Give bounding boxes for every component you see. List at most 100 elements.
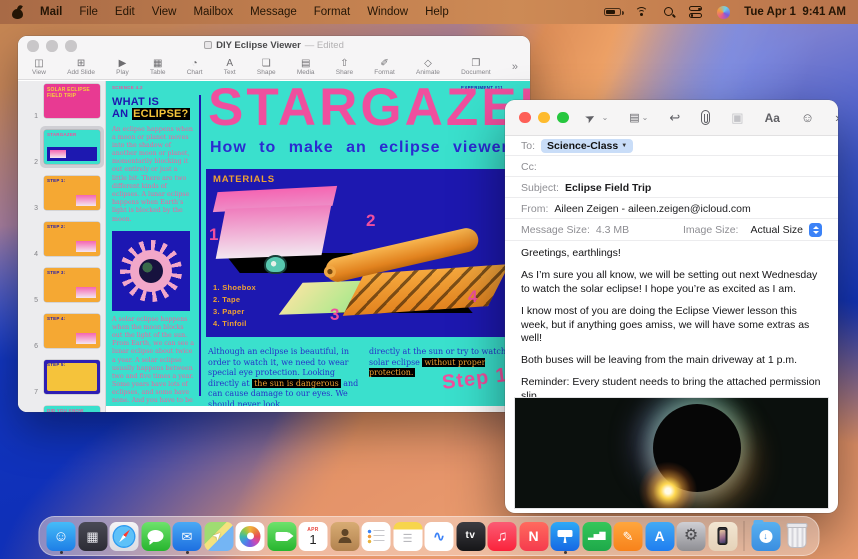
- dock-icon-contacts[interactable]: [330, 522, 359, 551]
- more-icon[interactable]: »: [835, 110, 838, 125]
- cc-field[interactable]: Cc:: [505, 157, 838, 177]
- slide-row-4[interactable]: 4 STEP 2:: [18, 220, 106, 260]
- close-button[interactable]: [519, 112, 531, 124]
- menu-help[interactable]: Help: [425, 6, 449, 18]
- from-field[interactable]: From: Aileen Zeigen - aileen.zeigen@iclo…: [505, 199, 838, 219]
- menu-mail[interactable]: Mail: [40, 6, 62, 18]
- siri-icon[interactable]: [717, 6, 730, 19]
- dock-icon-iphone-mirroring[interactable]: [708, 522, 737, 551]
- mail-compose-window[interactable]: ➤ ⌄ ▤⌄ ↩ ▣ Aa ☺ » To: Science-Class▼ Cc:…: [505, 100, 838, 513]
- dock-icon-messages[interactable]: [141, 522, 170, 551]
- text-button[interactable]: AText: [224, 58, 236, 76]
- dock-icon-numbers[interactable]: ▂▅▇: [582, 522, 611, 551]
- dock-icon-pages[interactable]: ✎: [614, 522, 643, 551]
- slide-row-8[interactable]: 8 DID YOU KNOW: [18, 404, 106, 412]
- slide-subtitle: How to make an eclipse viewer!: [210, 139, 515, 157]
- dock-icon-launchpad[interactable]: ▦: [78, 522, 107, 551]
- header-fields-icon[interactable]: ▤⌄: [629, 111, 648, 124]
- slide-row-2[interactable]: 2 STARGAZER: [18, 128, 106, 168]
- battery-icon[interactable]: [604, 8, 621, 17]
- minimize-button[interactable]: [46, 40, 58, 52]
- subject-field[interactable]: Subject: Eclipse Field Trip: [505, 178, 838, 198]
- dock-icon-app-store[interactable]: A: [645, 522, 674, 551]
- slide-row-6[interactable]: 6 STEP 4:: [18, 312, 106, 352]
- menu-window[interactable]: Window: [367, 6, 408, 18]
- emoji-icon[interactable]: ☺: [801, 110, 814, 125]
- animate-button[interactable]: ◇Animate: [416, 58, 440, 76]
- wifi-icon[interactable]: [635, 7, 649, 18]
- slide-thumbnail-8[interactable]: DID YOU KNOW: [44, 406, 100, 412]
- shape-button[interactable]: ❏Shape: [257, 58, 276, 76]
- to-field[interactable]: To: Science-Class▼: [505, 136, 838, 156]
- send-icon[interactable]: ➤: [582, 109, 597, 126]
- slide-thumbnail-2[interactable]: STARGAZER: [44, 130, 100, 164]
- media-button[interactable]: ▤Media: [297, 58, 315, 76]
- dock-icon-calendar[interactable]: APR1: [299, 522, 328, 551]
- menu-format[interactable]: Format: [314, 6, 350, 18]
- menu-view[interactable]: View: [152, 6, 177, 18]
- menu-mailbox[interactable]: Mailbox: [193, 6, 233, 18]
- send-options-chevron-icon[interactable]: ⌄: [602, 113, 609, 122]
- menu-file[interactable]: File: [79, 6, 98, 18]
- zoom-button[interactable]: [557, 112, 569, 124]
- play-button[interactable]: ▶Play: [116, 58, 129, 76]
- dock-icon-finder[interactable]: ☺: [47, 522, 76, 551]
- animate-icon: ◇: [424, 58, 432, 69]
- dock-icon-notes[interactable]: ☰: [393, 522, 422, 551]
- dock-icon-maps[interactable]: ➤: [204, 522, 233, 551]
- slide-thumbnail-3[interactable]: STEP 1:: [44, 176, 100, 210]
- dock-icon-downloads[interactable]: ↓: [751, 522, 780, 551]
- markup-icon[interactable]: ▣: [731, 110, 743, 126]
- dock-icon-freeform[interactable]: ∿: [425, 522, 454, 551]
- slide-thumbnail-4[interactable]: STEP 2:: [44, 222, 100, 256]
- slide-thumbnail-5[interactable]: STEP 3:: [44, 268, 100, 302]
- menu-bar-clock[interactable]: Tue Apr 1 9:41 AM: [744, 6, 846, 18]
- apple-menu-icon[interactable]: [12, 6, 23, 19]
- dock-icon-tv[interactable]: tv: [456, 522, 485, 551]
- dock-icon-photos[interactable]: [236, 522, 265, 551]
- reply-icon[interactable]: ↩: [669, 110, 680, 126]
- slide-row-1[interactable]: 1 SOLAR ECLIPSE FIELD TRIP: [18, 82, 106, 122]
- keynote-window[interactable]: DIY Eclipse Viewer — Edited ◫View ⊞Add S…: [18, 36, 530, 412]
- dock-icon-reminders[interactable]: [362, 522, 391, 551]
- document-button[interactable]: ❐Document: [461, 58, 491, 76]
- menu-message[interactable]: Message: [250, 6, 297, 18]
- dock-icon-keynote[interactable]: [551, 522, 580, 551]
- slide-row-5[interactable]: 5 STEP 3:: [18, 266, 106, 306]
- slide-thumbnail-7[interactable]: STEP 5:: [44, 360, 100, 394]
- format-button[interactable]: ✐Format: [374, 58, 395, 76]
- table-button[interactable]: ▦Table: [150, 58, 166, 76]
- eclipse-photo-attachment[interactable]: [514, 397, 829, 509]
- slide-canvas[interactable]: SCIENCE 4.2 EXPERIMENT #11 WHAT IS AN EC…: [106, 81, 530, 406]
- format-icon: ✐: [380, 58, 388, 69]
- toolbar-overflow-button[interactable]: »: [512, 61, 518, 73]
- dock-icon-trash[interactable]: [783, 522, 812, 551]
- document-proxy-icon[interactable]: [204, 41, 212, 49]
- format-icon[interactable]: Aa: [765, 111, 780, 125]
- slide-row-7[interactable]: 7 STEP 5:: [18, 358, 106, 398]
- dock-icon-music[interactable]: ♫: [488, 522, 517, 551]
- add-slide-button[interactable]: ⊞Add Slide: [67, 58, 95, 76]
- dock-icon-system-settings[interactable]: ⚙: [677, 522, 706, 551]
- dock-icon-news[interactable]: N: [519, 522, 548, 551]
- dock-icon-facetime[interactable]: [267, 522, 296, 551]
- share-button[interactable]: ⇧Share: [336, 58, 353, 76]
- zoom-button[interactable]: [65, 40, 77, 52]
- slide-thumbnail-1[interactable]: SOLAR ECLIPSE FIELD TRIP: [44, 84, 100, 118]
- view-button[interactable]: ◫View: [32, 58, 46, 76]
- attach-icon[interactable]: [701, 110, 710, 125]
- dock-icon-safari[interactable]: [110, 522, 139, 551]
- slide-row-3[interactable]: 3 STEP 1:: [18, 174, 106, 214]
- slide-main-area: STARGAZER How to make an eclipse viewer!…: [206, 81, 530, 406]
- control-center-icon[interactable]: [689, 6, 703, 18]
- menu-edit[interactable]: Edit: [115, 6, 135, 18]
- dock-icon-mail[interactable]: ✉: [173, 522, 202, 551]
- image-size-dropdown[interactable]: [809, 223, 822, 237]
- search-icon[interactable]: [663, 6, 675, 18]
- slide-thumbnail-6[interactable]: STEP 4:: [44, 314, 100, 348]
- close-button[interactable]: [27, 40, 39, 52]
- recipient-chip[interactable]: Science-Class▼: [541, 139, 633, 153]
- chart-button[interactable]: ◔Chart: [187, 58, 203, 76]
- minimize-button[interactable]: [538, 112, 550, 124]
- keynote-titlebar: DIY Eclipse Viewer — Edited: [18, 36, 530, 54]
